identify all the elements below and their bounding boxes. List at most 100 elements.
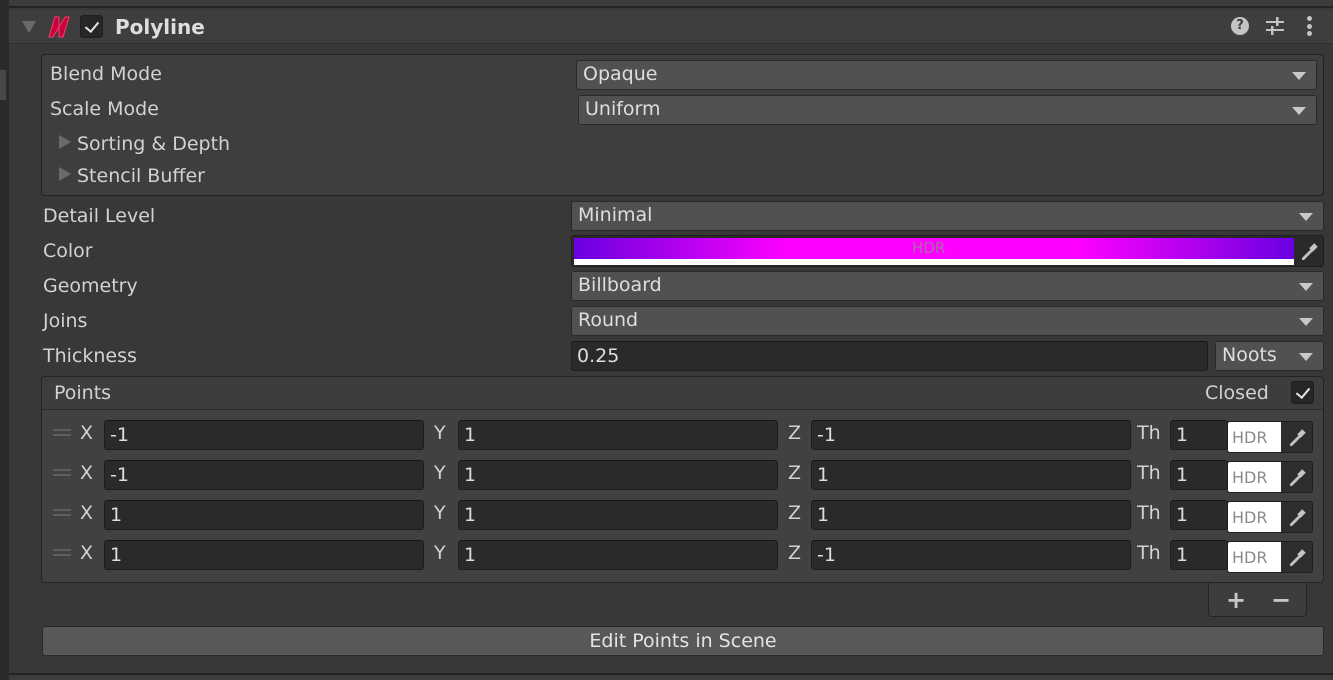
th-label: Th: [1137, 462, 1161, 484]
point-thickness-input[interactable]: 1: [1170, 420, 1228, 450]
component-title: Polyline: [115, 15, 205, 39]
closed-checkbox[interactable]: [1291, 381, 1314, 404]
stencil-buffer-foldout[interactable]: Stencil Buffer: [59, 165, 205, 187]
panel-marker: [0, 70, 6, 100]
y-label: Y: [434, 502, 446, 524]
point-x-input[interactable]: 1: [104, 500, 424, 530]
points-list-header: Points Closed: [42, 377, 1323, 410]
enabled-checkbox[interactable]: [80, 15, 103, 38]
point-color-swatch[interactable]: HDR: [1228, 462, 1281, 492]
scale-mode-dropdown[interactable]: Uniform: [578, 95, 1317, 125]
previous-component-edge: [9, 0, 1333, 8]
color-field[interactable]: HDR: [571, 235, 1324, 267]
blend-mode-dropdown[interactable]: Opaque: [576, 60, 1317, 90]
point-z-input[interactable]: 1: [811, 500, 1131, 530]
next-component-edge: [9, 673, 1333, 680]
drag-handle-icon[interactable]: [53, 549, 71, 556]
point-thickness-input[interactable]: 1: [1170, 540, 1228, 570]
rendering-settings-group: Blend Mode Opaque Scale Mode Uniform Sor…: [41, 54, 1324, 196]
remove-point-button[interactable]: −: [1271, 586, 1291, 614]
drag-handle-icon[interactable]: [53, 509, 71, 516]
blend-mode-value: Opaque: [583, 63, 658, 85]
eyedropper-icon[interactable]: [1282, 422, 1312, 452]
scale-mode-value: Uniform: [585, 98, 661, 120]
thickness-unit-dropdown[interactable]: Noots: [1215, 341, 1324, 371]
color-label: Color: [43, 240, 93, 262]
foldout-collapsed-icon: [59, 135, 71, 149]
z-label: Z: [788, 542, 802, 564]
eyedropper-icon[interactable]: [1282, 542, 1312, 572]
color-hdr-label: HDR: [912, 239, 946, 257]
point-color-field[interactable]: HDR: [1227, 501, 1313, 533]
x-label: X: [80, 502, 94, 524]
scale-mode-label: Scale Mode: [50, 98, 159, 120]
point-color-swatch[interactable]: HDR: [1228, 422, 1281, 452]
point-thickness-input[interactable]: 1: [1170, 500, 1228, 530]
shapes-polyline-icon: [48, 16, 70, 38]
chevron-down-icon: [1292, 72, 1306, 80]
point-y-input[interactable]: 1: [458, 540, 778, 570]
sorting-depth-label: Sorting & Depth: [77, 133, 231, 155]
add-point-button[interactable]: +: [1226, 586, 1246, 614]
geometry-value: Billboard: [578, 274, 662, 296]
point-row: X -1 Y 1 Z -1 Th 1 HDR: [42, 417, 1323, 453]
y-label: Y: [434, 542, 446, 564]
presets-icon[interactable]: [1265, 16, 1285, 36]
point-color-field[interactable]: HDR: [1227, 461, 1313, 493]
th-label: Th: [1137, 502, 1161, 524]
point-row: X 1 Y 1 Z -1 Th 1 HDR: [42, 537, 1323, 573]
eyedropper-icon[interactable]: [1282, 502, 1312, 532]
detail-level-label: Detail Level: [43, 205, 156, 227]
component-header[interactable]: Polyline ?: [9, 10, 1333, 44]
thickness-label: Thickness: [43, 345, 137, 367]
point-y-input[interactable]: 1: [458, 420, 778, 450]
color-alpha-bar: [574, 259, 1294, 265]
help-icon[interactable]: ?: [1231, 17, 1249, 35]
sorting-depth-foldout[interactable]: Sorting & Depth: [59, 133, 230, 155]
joins-dropdown[interactable]: Round: [571, 306, 1324, 336]
point-color-field[interactable]: HDR: [1227, 541, 1313, 573]
thickness-input[interactable]: 0.25: [571, 341, 1208, 371]
point-y-input[interactable]: 1: [458, 460, 778, 490]
z-label: Z: [788, 422, 802, 444]
point-x-input[interactable]: -1: [104, 460, 424, 490]
thickness-unit-value: Noots: [1222, 344, 1277, 366]
point-row: X 1 Y 1 Z 1 Th 1 HDR: [42, 497, 1323, 533]
point-thickness-input[interactable]: 1: [1170, 460, 1228, 490]
detail-level-value: Minimal: [578, 204, 653, 226]
edit-points-in-scene-button[interactable]: Edit Points in Scene: [42, 626, 1324, 656]
closed-label: Closed: [1205, 382, 1269, 404]
point-y-input[interactable]: 1: [458, 500, 778, 530]
points-list: Points Closed X -1 Y 1 Z -1 Th 1 HDR X -…: [41, 376, 1324, 583]
detail-level-dropdown[interactable]: Minimal: [571, 201, 1324, 231]
foldout-expanded-icon[interactable]: [22, 21, 36, 33]
point-color-swatch[interactable]: HDR: [1228, 502, 1281, 532]
geometry-dropdown[interactable]: Billboard: [571, 271, 1324, 301]
joins-value: Round: [578, 309, 639, 331]
point-x-input[interactable]: -1: [104, 420, 424, 450]
point-x-input[interactable]: 1: [104, 540, 424, 570]
kebab-menu-icon[interactable]: [1307, 16, 1313, 38]
point-z-input[interactable]: -1: [811, 540, 1131, 570]
left-panel-edge: [0, 0, 9, 680]
chevron-down-icon: [1299, 353, 1313, 361]
point-z-input[interactable]: 1: [811, 460, 1131, 490]
joins-label: Joins: [43, 310, 88, 332]
y-label: Y: [434, 422, 446, 444]
x-label: X: [80, 422, 94, 444]
eyedropper-icon[interactable]: [1294, 236, 1324, 266]
x-label: X: [80, 462, 94, 484]
y-label: Y: [434, 462, 446, 484]
drag-handle-icon[interactable]: [53, 429, 71, 436]
point-color-swatch[interactable]: HDR: [1228, 542, 1281, 572]
eyedropper-icon[interactable]: [1282, 462, 1312, 492]
stencil-buffer-label: Stencil Buffer: [77, 165, 205, 187]
drag-handle-icon[interactable]: [53, 469, 71, 476]
blend-mode-label: Blend Mode: [50, 63, 162, 85]
foldout-collapsed-icon: [59, 167, 71, 181]
point-z-input[interactable]: -1: [811, 420, 1131, 450]
point-color-field[interactable]: HDR: [1227, 421, 1313, 453]
geometry-label: Geometry: [43, 275, 138, 297]
z-label: Z: [788, 502, 802, 524]
points-label: Points: [54, 382, 112, 404]
